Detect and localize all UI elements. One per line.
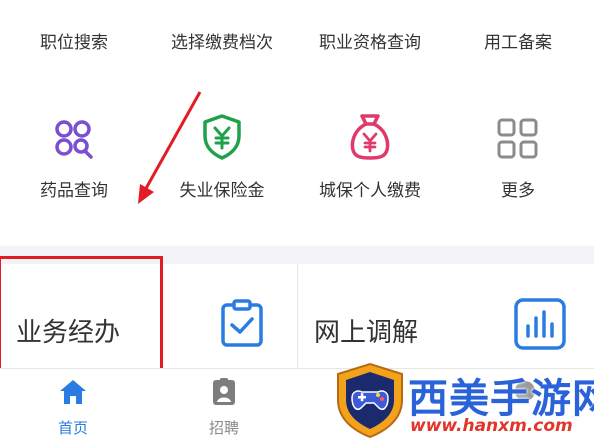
service-label: 用工备案 bbox=[484, 33, 552, 53]
tab-recruitment[interactable]: 招聘 bbox=[165, 369, 283, 440]
service-more[interactable]: 更多 bbox=[444, 108, 592, 208]
service-label: 选择缴费档次 bbox=[171, 33, 273, 53]
business-title: 网上调解 bbox=[314, 318, 419, 348]
id-card-icon bbox=[209, 377, 239, 407]
home-icon bbox=[58, 377, 88, 407]
service-urban-insurance-payment[interactable]: 城保个人缴费 bbox=[296, 108, 444, 208]
document-icon bbox=[493, 0, 543, 10]
services-row-2: 药品查询 失业保险金 城保个人缴费 更多 bbox=[0, 108, 594, 208]
service-label: 职业资格查询 bbox=[319, 33, 421, 53]
bar-chart-icon bbox=[512, 296, 568, 352]
tab-label: 首页 bbox=[57, 419, 88, 437]
clipboard-check-icon bbox=[218, 298, 268, 348]
service-label: 药品查询 bbox=[40, 181, 108, 201]
service-label: 职位搜索 bbox=[40, 33, 108, 53]
gamepad-shield-logo bbox=[337, 362, 403, 439]
annotation-arrow bbox=[138, 91, 202, 204]
annotation-highlight-box bbox=[0, 256, 163, 380]
tab-label: 招聘 bbox=[208, 419, 239, 437]
grid-more-icon bbox=[493, 114, 543, 164]
watermark: 西美手游网 www.hanxm.com bbox=[330, 360, 594, 439]
service-label: 城保个人缴费 bbox=[319, 181, 421, 201]
tab-home[interactable]: 首页 bbox=[14, 369, 132, 440]
service-label: 更多 bbox=[501, 181, 535, 201]
services-row-1: 职位搜索 选择缴费档次 职业资格查询 用工备案 bbox=[0, 0, 594, 90]
service-drug-query[interactable]: 药品查询 bbox=[0, 108, 148, 208]
pill-search-icon bbox=[49, 114, 99, 164]
business-card-right[interactable]: 网上调解 bbox=[298, 264, 594, 368]
watermark-url: www.hanxm.com bbox=[410, 416, 573, 436]
money-bag-icon bbox=[345, 110, 395, 160]
